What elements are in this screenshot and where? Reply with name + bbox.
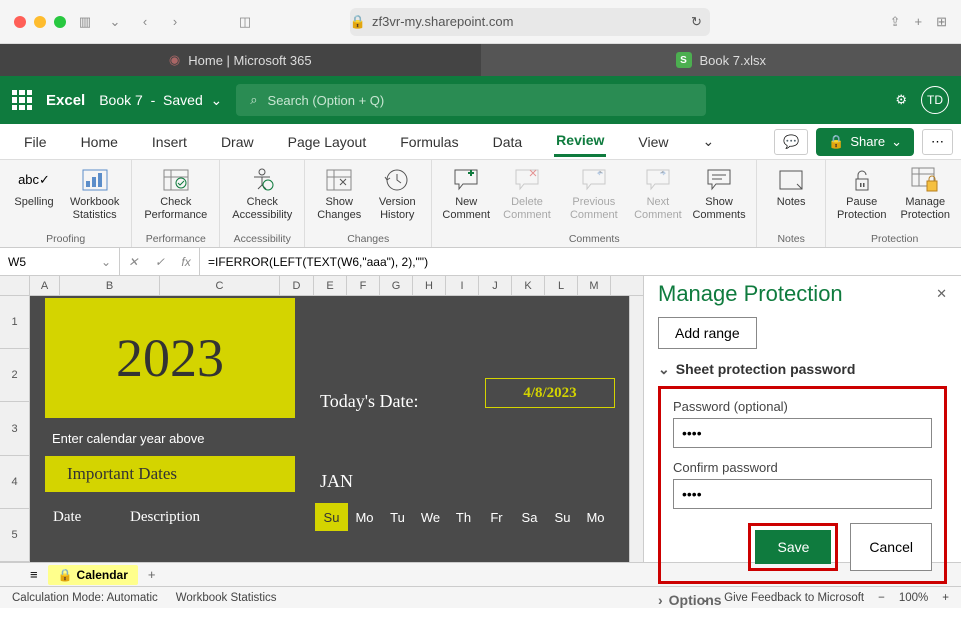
menu-formulas[interactable]: Formulas	[398, 128, 460, 156]
vertical-scrollbar[interactable]	[629, 296, 643, 562]
workbook-stats-link[interactable]: Workbook Statistics	[176, 592, 277, 604]
forward-icon[interactable]: ›	[164, 11, 186, 33]
notes-button[interactable]: Notes	[765, 164, 817, 211]
delete-comment-button: Delete Comment	[498, 164, 556, 224]
password-input[interactable]	[673, 418, 932, 448]
next-comment-button: Next Comment	[632, 164, 684, 224]
menu-bar: File Home Insert Draw Page Layout Formul…	[0, 124, 961, 160]
tabs-overview-icon[interactable]: ⊞	[936, 14, 947, 30]
name-box[interactable]: W5⌄	[0, 248, 120, 275]
password-label: Password (optional)	[673, 399, 932, 414]
highlight-box: Password (optional) Confirm password Sav…	[658, 386, 947, 584]
browser-tabs: ◉ Home | Microsoft 365 S Book 7.xlsx	[0, 44, 961, 76]
chevron-down-icon[interactable]: ⌄	[104, 11, 126, 33]
fx-icon[interactable]: fx	[181, 255, 190, 269]
excel-header: Excel Book 7 - Saved ⌄ ⌕ Search (Option …	[0, 76, 961, 124]
minimize-window-icon[interactable]	[34, 16, 46, 28]
browser-tab-book7[interactable]: S Book 7.xlsx	[481, 44, 961, 76]
workbook-stats-button[interactable]: Workbook Statistics	[66, 164, 123, 224]
menu-review[interactable]: Review	[554, 126, 606, 157]
lock-icon: 🔒	[58, 568, 73, 582]
office-icon: ◉	[169, 52, 180, 68]
manage-protection-button[interactable]: Manage Protection	[895, 164, 955, 224]
section-options[interactable]: Options	[658, 592, 947, 608]
url-text: zf3vr-my.sharepoint.com	[372, 14, 513, 29]
menu-page-layout[interactable]: Page Layout	[286, 128, 369, 156]
search-icon: ⌕	[250, 92, 257, 108]
day-su[interactable]: Su	[315, 503, 348, 531]
close-window-icon[interactable]	[14, 16, 26, 28]
menu-insert[interactable]: Insert	[150, 128, 189, 156]
menu-file[interactable]: File	[22, 128, 49, 156]
pause-protection-button[interactable]: Pause Protection	[834, 164, 889, 224]
show-changes-button[interactable]: Show Changes	[313, 164, 365, 224]
mac-titlebar: ▥ ⌄ ‹ › ◫ 🔒 zf3vr-my.sharepoint.com ↻ ⇪ …	[0, 0, 961, 44]
spelling-button[interactable]: abc✓Spelling	[8, 164, 60, 211]
version-history-button[interactable]: Version History	[371, 164, 423, 224]
confirm-password-label: Confirm password	[673, 460, 932, 475]
menu-data[interactable]: Data	[491, 128, 525, 156]
new-tab-icon[interactable]: +	[914, 14, 922, 30]
back-icon[interactable]: ‹	[134, 11, 156, 33]
sheet-tab-calendar[interactable]: 🔒Calendar	[48, 565, 138, 585]
formula-input[interactable]: =IFERROR(LEFT(TEXT(W6,"aaa"), 2),"")	[200, 255, 961, 269]
overflow-icon[interactable]: ⋯	[922, 129, 953, 155]
previous-comment-button: Previous Comment	[562, 164, 626, 224]
month-label: JAN	[320, 471, 353, 492]
section-sheet-password[interactable]: Sheet protection password	[658, 361, 947, 378]
search-input[interactable]: ⌕ Search (Option + Q)	[236, 84, 706, 116]
spreadsheet[interactable]: A B C D E F G H I J K L M 1 2 3 4 5 2023	[0, 276, 643, 562]
today-date: 4/8/2023	[485, 378, 615, 408]
enter-year-hint: Enter calendar year above	[52, 431, 204, 446]
lock-icon: 🔒	[350, 14, 366, 30]
doc-name[interactable]: Book 7 - Saved ⌄	[99, 92, 222, 109]
menu-more[interactable]: ⌄	[701, 127, 717, 156]
comments-pane-button[interactable]: 💬	[774, 129, 808, 155]
description-column-header: Description	[130, 509, 315, 526]
today-label: Today's Date:	[320, 391, 418, 412]
url-bar[interactable]: 🔒 zf3vr-my.sharepoint.com ↻	[350, 8, 710, 36]
reload-icon[interactable]: ↻	[691, 14, 710, 30]
all-sheets-icon[interactable]: ≡	[30, 567, 38, 582]
share-button[interactable]: 🔒 Share ⌄	[816, 128, 914, 156]
select-all-corner[interactable]	[0, 276, 30, 295]
show-comments-button[interactable]: Show Comments	[690, 164, 748, 224]
new-comment-button[interactable]: New Comment	[440, 164, 492, 224]
maximize-window-icon[interactable]	[54, 16, 66, 28]
manage-protection-panel: Manage Protection ✕ Add range Sheet prot…	[643, 276, 961, 562]
menu-draw[interactable]: Draw	[219, 128, 256, 156]
sharepoint-icon: S	[676, 52, 692, 68]
year-cell[interactable]: 2023	[45, 298, 295, 418]
app-launcher-icon[interactable]	[12, 90, 32, 110]
menu-home[interactable]: Home	[79, 128, 120, 156]
ribbon: abc✓Spelling Workbook Statistics Proofin…	[0, 160, 961, 248]
excel-brand: Excel	[46, 92, 85, 109]
check-accessibility-button[interactable]: Check Accessibility	[228, 164, 296, 224]
add-sheet-icon[interactable]: +	[148, 567, 156, 582]
gear-icon[interactable]: ⚙	[895, 92, 907, 108]
avatar[interactable]: TD	[921, 86, 949, 114]
share-icon[interactable]: ⇪	[890, 14, 901, 30]
check-performance-button[interactable]: Check Performance	[140, 164, 211, 224]
close-panel-icon[interactable]: ✕	[936, 286, 947, 302]
important-dates-header: Important Dates	[45, 456, 295, 492]
add-range-button[interactable]: Add range	[658, 317, 757, 349]
calc-mode[interactable]: Calculation Mode: Automatic	[12, 592, 158, 604]
confirm-password-input[interactable]	[673, 479, 932, 509]
cancel-formula-icon[interactable]: ✕	[128, 255, 138, 269]
save-button[interactable]: Save	[755, 530, 831, 564]
date-column-header: Date	[45, 509, 130, 526]
formula-bar: W5⌄ ✕ ✓ fx =IFERROR(LEFT(TEXT(W6,"aaa"), 2…	[0, 248, 961, 276]
sidebar-toggle-icon[interactable]: ▥	[74, 11, 96, 33]
confirm-formula-icon[interactable]: ✓	[155, 255, 165, 269]
panel-title: Manage Protection	[658, 276, 947, 317]
cancel-button[interactable]: Cancel	[850, 523, 932, 571]
browser-tab-home[interactable]: ◉ Home | Microsoft 365	[0, 44, 481, 76]
shield-icon[interactable]: ◫	[234, 11, 256, 33]
menu-view[interactable]: View	[636, 128, 670, 156]
